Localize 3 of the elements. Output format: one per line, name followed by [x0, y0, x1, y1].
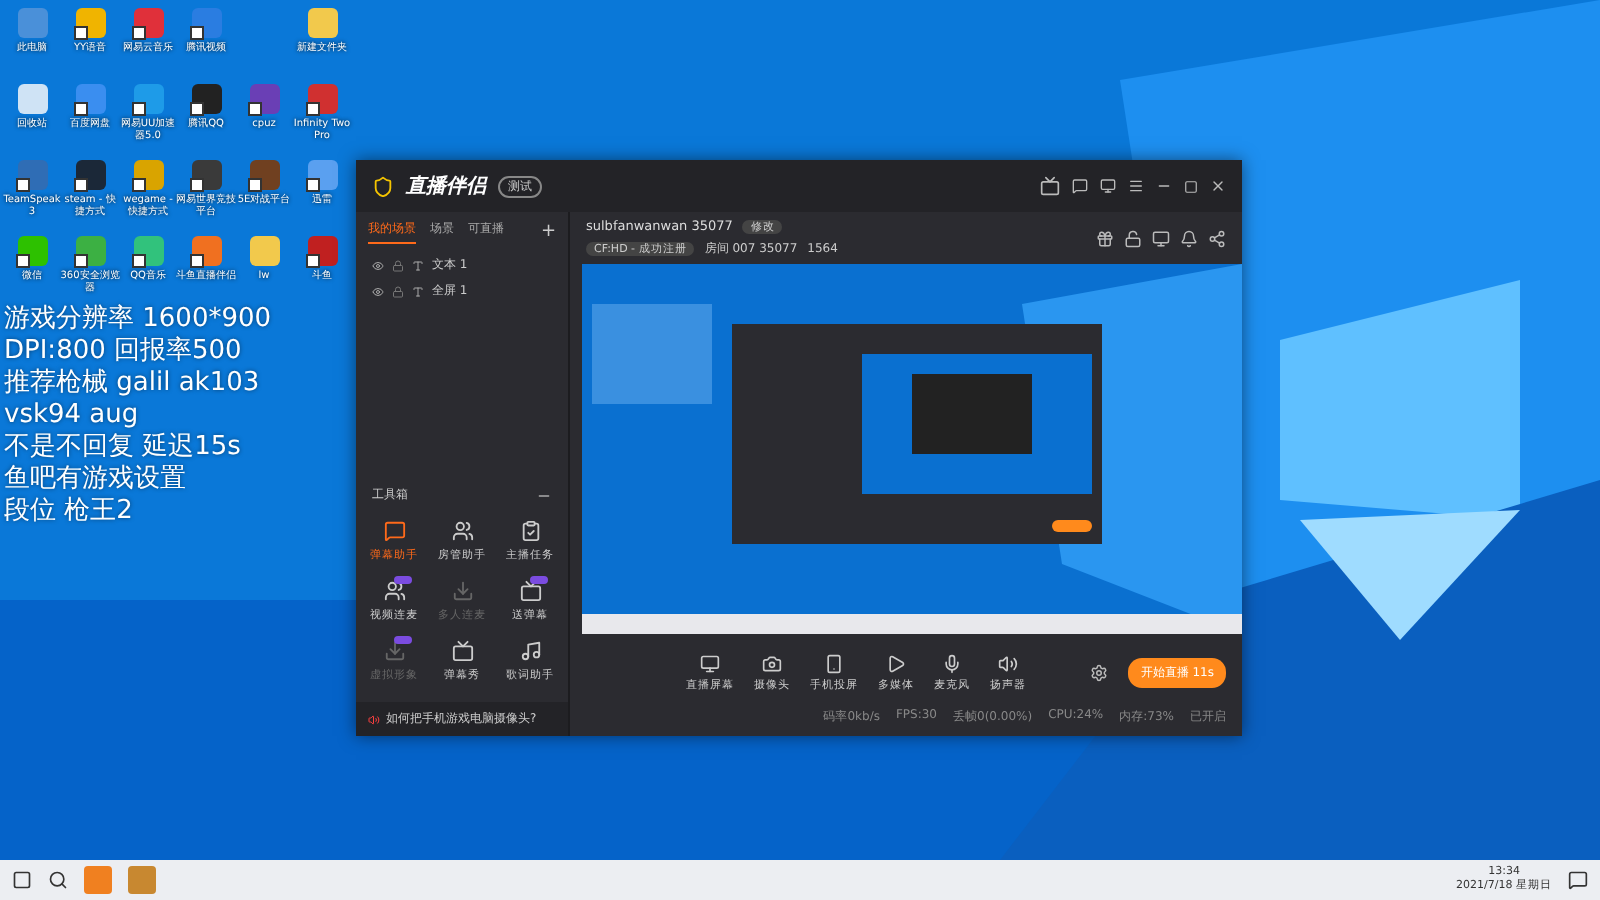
start-icon[interactable]: [12, 870, 32, 890]
notification-icon[interactable]: [1568, 870, 1588, 890]
search-icon[interactable]: [48, 870, 68, 890]
